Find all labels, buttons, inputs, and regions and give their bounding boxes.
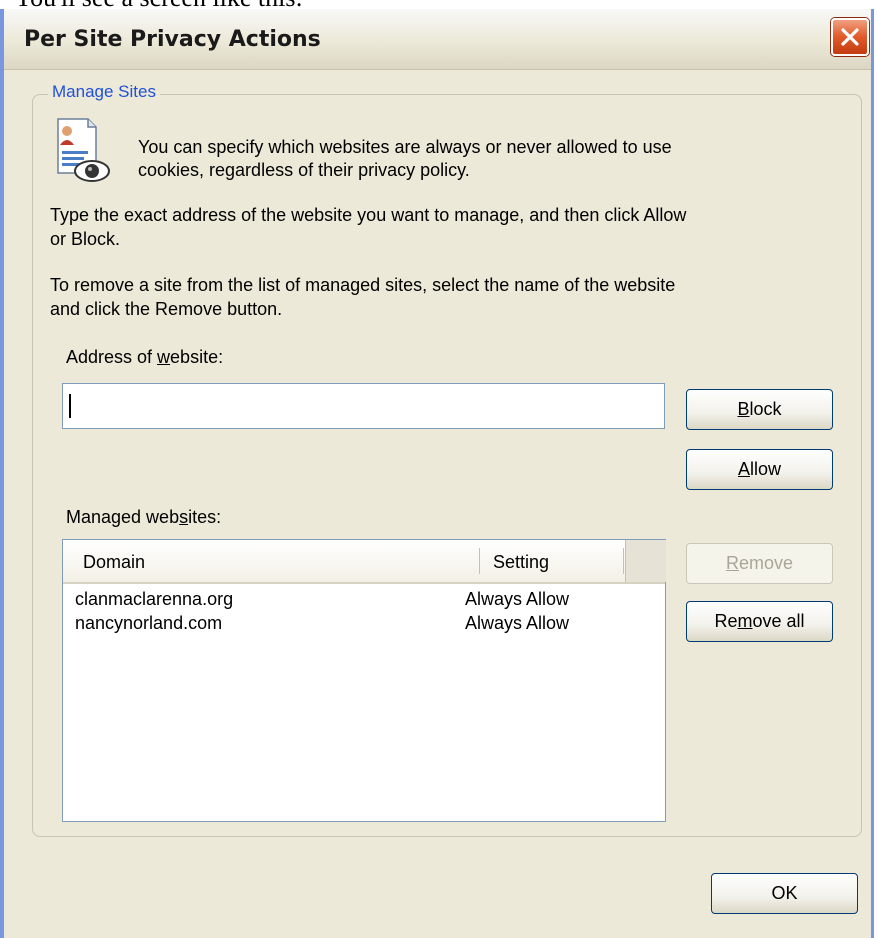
column-header-domain[interactable]: Domain <box>83 552 145 573</box>
text-caret <box>69 394 71 418</box>
page-caption: You'll see a screen like this: <box>14 0 614 9</box>
address-label: Address of website: <box>66 347 224 367</box>
intro-text-line-1: You can specify which websites are alway… <box>138 137 672 157</box>
row-domain: nancynorland.com <box>75 613 223 633</box>
close-icon <box>841 28 859 46</box>
remove-button[interactable]: Remove <box>686 543 833 584</box>
header-filler <box>625 540 666 582</box>
list-header: Domain Setting <box>63 540 666 584</box>
title-bar: Per Site Privacy Actions <box>4 9 871 70</box>
column-divider[interactable] <box>623 548 624 574</box>
dialog-title: Per Site Privacy Actions <box>24 27 321 52</box>
row-setting: Always Allow <box>465 613 570 633</box>
column-header-setting[interactable]: Setting <box>493 552 549 573</box>
block-button[interactable]: Block <box>686 389 833 430</box>
group-title: Manage Sites <box>48 82 160 102</box>
document-eye-icon <box>57 118 110 182</box>
managed-websites-list[interactable]: Domain Setting clanmaclarenna.org Always… <box>62 539 666 822</box>
row-domain: clanmaclarenna.org <box>75 589 234 609</box>
remove-all-button[interactable]: Remove all <box>686 601 833 642</box>
remove-instructions-line-1: To remove a site from the list of manage… <box>50 275 676 295</box>
address-input[interactable] <box>62 383 665 429</box>
close-button[interactable] <box>831 18 869 56</box>
managed-websites-label: Managed websites: <box>66 507 222 527</box>
remove-instructions-line-2: and click the Remove button. <box>50 299 283 319</box>
type-instructions-line-1: Type the exact address of the website yo… <box>50 205 687 225</box>
allow-button[interactable]: Allow <box>686 449 833 490</box>
column-divider[interactable] <box>479 548 480 574</box>
table-row[interactable]: nancynorland.com Always Allow <box>63 613 665 637</box>
ok-button[interactable]: OK <box>711 873 858 914</box>
type-instructions-line-2: or Block. <box>50 229 121 249</box>
row-setting: Always Allow <box>465 589 570 609</box>
table-row[interactable]: clanmaclarenna.org Always Allow <box>63 589 665 613</box>
intro-text-line-2: cookies, regardless of their privacy pol… <box>138 160 470 180</box>
